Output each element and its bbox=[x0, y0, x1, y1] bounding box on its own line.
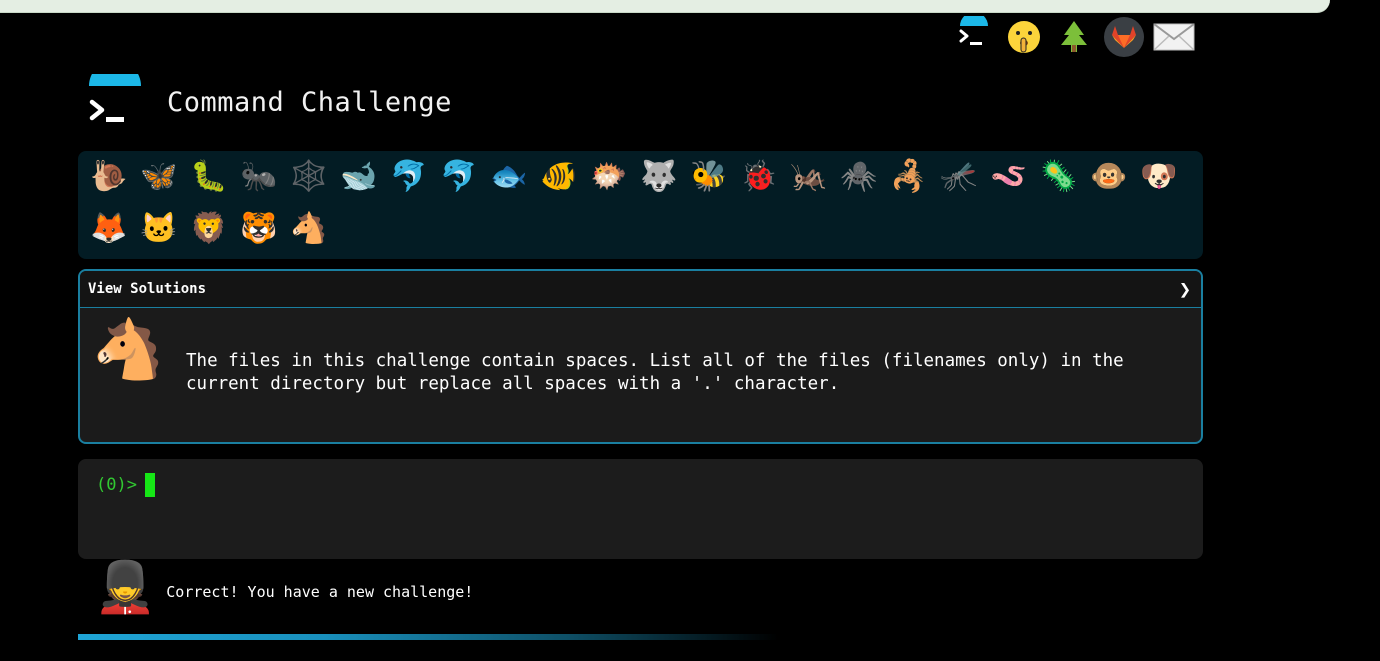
animal-icon[interactable]: 🐴 bbox=[284, 205, 334, 253]
animal-icon[interactable]: 🐌 bbox=[84, 153, 134, 201]
text-cursor bbox=[144, 473, 155, 497]
challenge-progress-panel: 🐌 🦋 🐛 🐜 🕸️ 🐋 🐬 🐬 🐟 🐠 🐡 🐺 🐝 🐞 🦗 🕷️ 🦂 🦟 🪱 🦠 🐵 🐶 🦊 🐱 🦁 🐯 🐴 bbox=[78, 151, 1203, 259]
animal-icon[interactable]: 🐞 bbox=[734, 153, 784, 201]
shushing-face-icon[interactable] bbox=[1003, 16, 1045, 58]
tree-icon[interactable] bbox=[1053, 16, 1095, 58]
animal-icon[interactable]: 🐺 bbox=[634, 153, 684, 201]
animal-icon[interactable]: 🦂 bbox=[884, 153, 934, 201]
challenge-box: View Solutions ❯ 🐴 The files in this cha… bbox=[78, 269, 1203, 444]
chevron-right-icon[interactable]: ❯ bbox=[1179, 277, 1191, 301]
top-nav bbox=[953, 16, 1195, 58]
animal-icon[interactable]: 🐯 bbox=[234, 205, 284, 253]
terminal-input[interactable]: (0)> bbox=[78, 459, 1203, 559]
animal-icon[interactable]: 🦁 bbox=[184, 205, 234, 253]
animal-icon[interactable]: 🐡 bbox=[584, 153, 634, 201]
animal-icon[interactable]: 🐛 bbox=[184, 153, 234, 201]
animal-icon[interactable]: 🐬 bbox=[384, 153, 434, 201]
view-solutions-toggle[interactable]: View Solutions ❯ bbox=[80, 271, 1201, 308]
animal-icon[interactable]: 🦗 bbox=[784, 153, 834, 201]
prompt-line[interactable]: (0)> bbox=[96, 473, 155, 497]
animal-icon[interactable]: 🐱 bbox=[134, 205, 184, 253]
progress-bar bbox=[78, 634, 778, 640]
animal-icon[interactable]: 🐠 bbox=[534, 153, 584, 201]
feedback-message: 💂 Correct! You have a new challenge! bbox=[94, 562, 473, 612]
horse-icon: 🐴 bbox=[92, 315, 165, 383]
view-solutions-label: View Solutions bbox=[88, 281, 207, 297]
envelope-icon[interactable] bbox=[1153, 16, 1195, 58]
animal-icon[interactable]: 🐟 bbox=[484, 153, 534, 201]
animal-row: 🦊 🐱 🦁 🐯 🐴 bbox=[84, 205, 334, 253]
gitlab-icon[interactable] bbox=[1103, 16, 1145, 58]
animal-icon[interactable]: 🐵 bbox=[1084, 153, 1134, 201]
browser-chrome-strip bbox=[0, 0, 1330, 13]
animal-icon[interactable]: 🪱 bbox=[984, 153, 1034, 201]
challenge-body: 🐴 The files in this challenge contain sp… bbox=[80, 308, 1201, 442]
page-title: Command Challenge bbox=[167, 86, 452, 118]
command-challenge-logo-icon[interactable] bbox=[86, 60, 144, 130]
animal-icon[interactable]: 🦋 bbox=[134, 153, 184, 201]
animal-icon[interactable]: 🕸️ bbox=[284, 153, 334, 201]
feedback-text: Correct! You have a new challenge! bbox=[166, 583, 474, 601]
animal-icon[interactable]: 🦊 bbox=[84, 205, 134, 253]
animal-icon[interactable]: 🐝 bbox=[684, 153, 734, 201]
animal-icon[interactable]: 🦟 bbox=[934, 153, 984, 201]
animal-icon[interactable]: 🐬 bbox=[434, 153, 484, 201]
command-challenge-logo-icon[interactable] bbox=[953, 16, 995, 58]
animal-row: 🐌 🦋 🐛 🐜 🕸️ 🐋 🐬 🐬 🐟 🐠 🐡 🐺 🐝 🐞 🦗 🕷️ 🦂 🦟 🪱 🦠 🐵 🐶 bbox=[84, 153, 1184, 201]
animal-icon[interactable]: 🦠 bbox=[1034, 153, 1084, 201]
challenge-description: The files in this challenge contain spac… bbox=[186, 351, 1124, 394]
terminal-prompt: (0)> bbox=[96, 475, 137, 495]
animal-icon[interactable]: 🐜 bbox=[234, 153, 284, 201]
animal-icon[interactable]: 🐋 bbox=[334, 153, 384, 201]
page-header: Command Challenge bbox=[86, 60, 452, 130]
animal-icon[interactable]: 🐶 bbox=[1134, 153, 1184, 201]
animal-icon[interactable]: 🕷️ bbox=[834, 153, 884, 201]
guard-icon: 💂 bbox=[94, 558, 157, 616]
